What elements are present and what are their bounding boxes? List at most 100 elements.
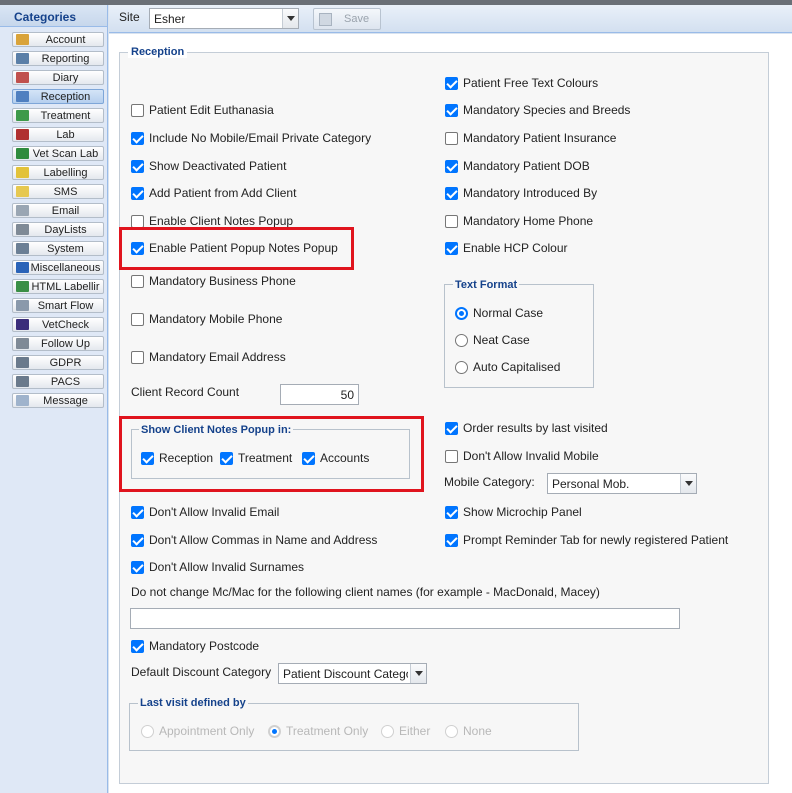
save-icon <box>319 13 332 26</box>
sidebar-item-label: Follow Up <box>41 338 90 350</box>
enable-client-notes-popup-label: Enable Client Notes Popup <box>149 214 294 228</box>
show-microchip-panel-checkbox[interactable] <box>445 506 458 519</box>
mandatory-patient-insurance-label: Mandatory Patient Insurance <box>463 131 617 145</box>
mandatory-postcode-checkbox[interactable] <box>131 640 144 653</box>
include-no-mobile-email-private-category-checkbox[interactable] <box>131 132 144 145</box>
sidebar-item-lab[interactable]: Lab <box>12 127 104 142</box>
show-deactivated-patient-label: Show Deactivated Patient <box>149 159 287 173</box>
mcmac-input[interactable] <box>130 608 680 629</box>
sidebar-item-label: Reporting <box>41 53 90 65</box>
sidebar-item-account[interactable]: Account <box>12 32 104 47</box>
order-results-by-last-visited-label: Order results by last visited <box>463 421 608 435</box>
don-t-allow-invalid-surnames-checkbox[interactable] <box>131 561 144 574</box>
reception-legend: Reception <box>128 46 188 58</box>
patient-edit-euthanasia-checkbox[interactable] <box>131 104 144 117</box>
mandatory-introduced-by-label: Mandatory Introduced By <box>463 186 598 200</box>
text-format-legend: Text Format <box>453 279 520 291</box>
save-button[interactable]: Save <box>313 8 381 30</box>
patient-edit-euthanasia-label: Patient Edit Euthanasia <box>149 103 274 117</box>
client-record-count-label: Client Record Count <box>131 385 240 399</box>
chevron-down-icon[interactable] <box>410 664 426 683</box>
sidebar-item-sms[interactable]: SMS <box>12 184 104 199</box>
mandatory-email-address-checkbox[interactable] <box>131 351 144 364</box>
don-t-allow-invalid-email-checkbox[interactable] <box>131 506 144 519</box>
sidebar-item-label: Labelling <box>43 167 88 179</box>
patient-free-text-colours-checkbox[interactable] <box>445 77 458 90</box>
sidebar-item-daylists[interactable]: DayLists <box>12 222 104 237</box>
mandatory-patient-dob-checkbox[interactable] <box>445 160 458 173</box>
prompt-reminder-tab-for-newly-registered-patient-checkbox[interactable] <box>445 534 458 547</box>
chevron-down-icon[interactable] <box>282 9 298 28</box>
highlight-box-client-notes <box>119 416 424 492</box>
mandatory-business-phone-checkbox[interactable] <box>131 275 144 288</box>
sidebar-item-treatment[interactable]: Treatment <box>12 108 104 123</box>
smartflow-icon <box>16 300 29 311</box>
sidebar-item-label: Treatment <box>40 110 91 122</box>
sidebar-title: Categories <box>0 5 107 27</box>
prompt-reminder-tab-for-newly-registered-patient-label: Prompt Reminder Tab for newly registered… <box>463 533 729 547</box>
sidebar-item-label: Miscellaneous <box>30 262 101 274</box>
highlight-box-patient-popup <box>119 227 354 270</box>
sidebar-item-label: PACS <box>50 376 81 388</box>
include-no-mobile-email-private-category-label: Include No Mobile/Email Private Category <box>149 131 372 145</box>
site-select[interactable]: Esher <box>149 8 299 29</box>
sidebar-item-vetcheck[interactable]: VetCheck <box>12 317 104 332</box>
mandatory-species-and-breeds-checkbox[interactable] <box>445 104 458 117</box>
sidebar-item-labelling[interactable]: Labelling <box>12 165 104 180</box>
text-format-fieldset <box>444 284 594 388</box>
don-t-allow-invalid-surnames-label: Don't Allow Invalid Surnames <box>149 560 305 574</box>
daylists-icon <box>16 224 29 235</box>
sidebar-item-miscellaneous[interactable]: Miscellaneous <box>12 260 104 275</box>
sidebar-item-message[interactable]: Message <box>12 393 104 408</box>
lab-icon <box>16 129 29 140</box>
sidebar-item-reception[interactable]: Reception <box>12 89 104 104</box>
diary-icon <box>16 72 29 83</box>
system-icon <box>16 243 29 254</box>
sidebar-item-smart-flow[interactable]: Smart Flow <box>12 298 104 313</box>
mcmac-label: Do not change Mc/Mac for the following c… <box>131 585 600 599</box>
sidebar-item-label: Reception <box>40 91 91 103</box>
don-t-allow-commas-in-name-and-address-checkbox[interactable] <box>131 534 144 547</box>
sidebar-item-html-labellir[interactable]: HTML Labellir <box>12 279 104 294</box>
mandatory-introduced-by-checkbox[interactable] <box>445 187 458 200</box>
sidebar-item-label: Lab <box>56 129 75 141</box>
sidebar-item-label: SMS <box>53 186 78 198</box>
chevron-down-icon[interactable] <box>680 474 696 493</box>
vetcheck-icon <box>16 319 29 330</box>
mandatory-home-phone-checkbox[interactable] <box>445 215 458 228</box>
email-icon <box>16 205 29 216</box>
sidebar-item-pacs[interactable]: PACS <box>12 374 104 389</box>
mandatory-postcode-label: Mandatory Postcode <box>149 639 260 653</box>
mobile-category-label: Mobile Category: <box>444 475 535 489</box>
patient-free-text-colours-label: Patient Free Text Colours <box>463 76 599 90</box>
sidebar-item-gdpr[interactable]: GDPR <box>12 355 104 370</box>
don-t-allow-invalid-mobile-label: Don't Allow Invalid Mobile <box>463 449 599 463</box>
last-visit-legend: Last visit defined by <box>138 697 248 709</box>
site-select-value: Esher <box>154 12 186 26</box>
mobile-category-select[interactable]: Personal Mob. <box>547 473 697 494</box>
mobile-category-value: Personal Mob. <box>552 477 630 491</box>
sidebar-item-label: Message <box>43 395 88 407</box>
don-t-allow-invalid-mobile-checkbox[interactable] <box>445 450 458 463</box>
enable-hcp-colour-checkbox[interactable] <box>445 242 458 255</box>
don-t-allow-commas-in-name-and-address-label: Don't Allow Commas in Name and Address <box>149 533 378 547</box>
mandatory-mobile-phone-checkbox[interactable] <box>131 313 144 326</box>
pacs-icon <box>16 376 29 387</box>
sidebar-item-system[interactable]: System <box>12 241 104 256</box>
sidebar-item-label: VetCheck <box>41 319 90 331</box>
add-patient-from-add-client-checkbox[interactable] <box>131 187 144 200</box>
order-results-by-last-visited-checkbox[interactable] <box>445 422 458 435</box>
show-deactivated-patient-checkbox[interactable] <box>131 160 144 173</box>
sidebar-item-label: DayLists <box>44 224 87 236</box>
sidebar-item-reporting[interactable]: Reporting <box>12 51 104 66</box>
mandatory-patient-insurance-checkbox[interactable] <box>445 132 458 145</box>
reception-icon <box>16 91 29 102</box>
discount-select[interactable]: Patient Discount Catego <box>278 663 427 684</box>
sidebar-item-follow-up[interactable]: Follow Up <box>12 336 104 351</box>
sidebar-item-diary[interactable]: Diary <box>12 70 104 85</box>
site-label: Site <box>119 10 140 24</box>
sidebar-item-vet-scan-lab[interactable]: Vet Scan Lab <box>12 146 104 161</box>
client-record-count-input[interactable]: 50 <box>280 384 359 405</box>
sidebar-item-email[interactable]: Email <box>12 203 104 218</box>
show-microchip-panel-label: Show Microchip Panel <box>463 505 582 519</box>
